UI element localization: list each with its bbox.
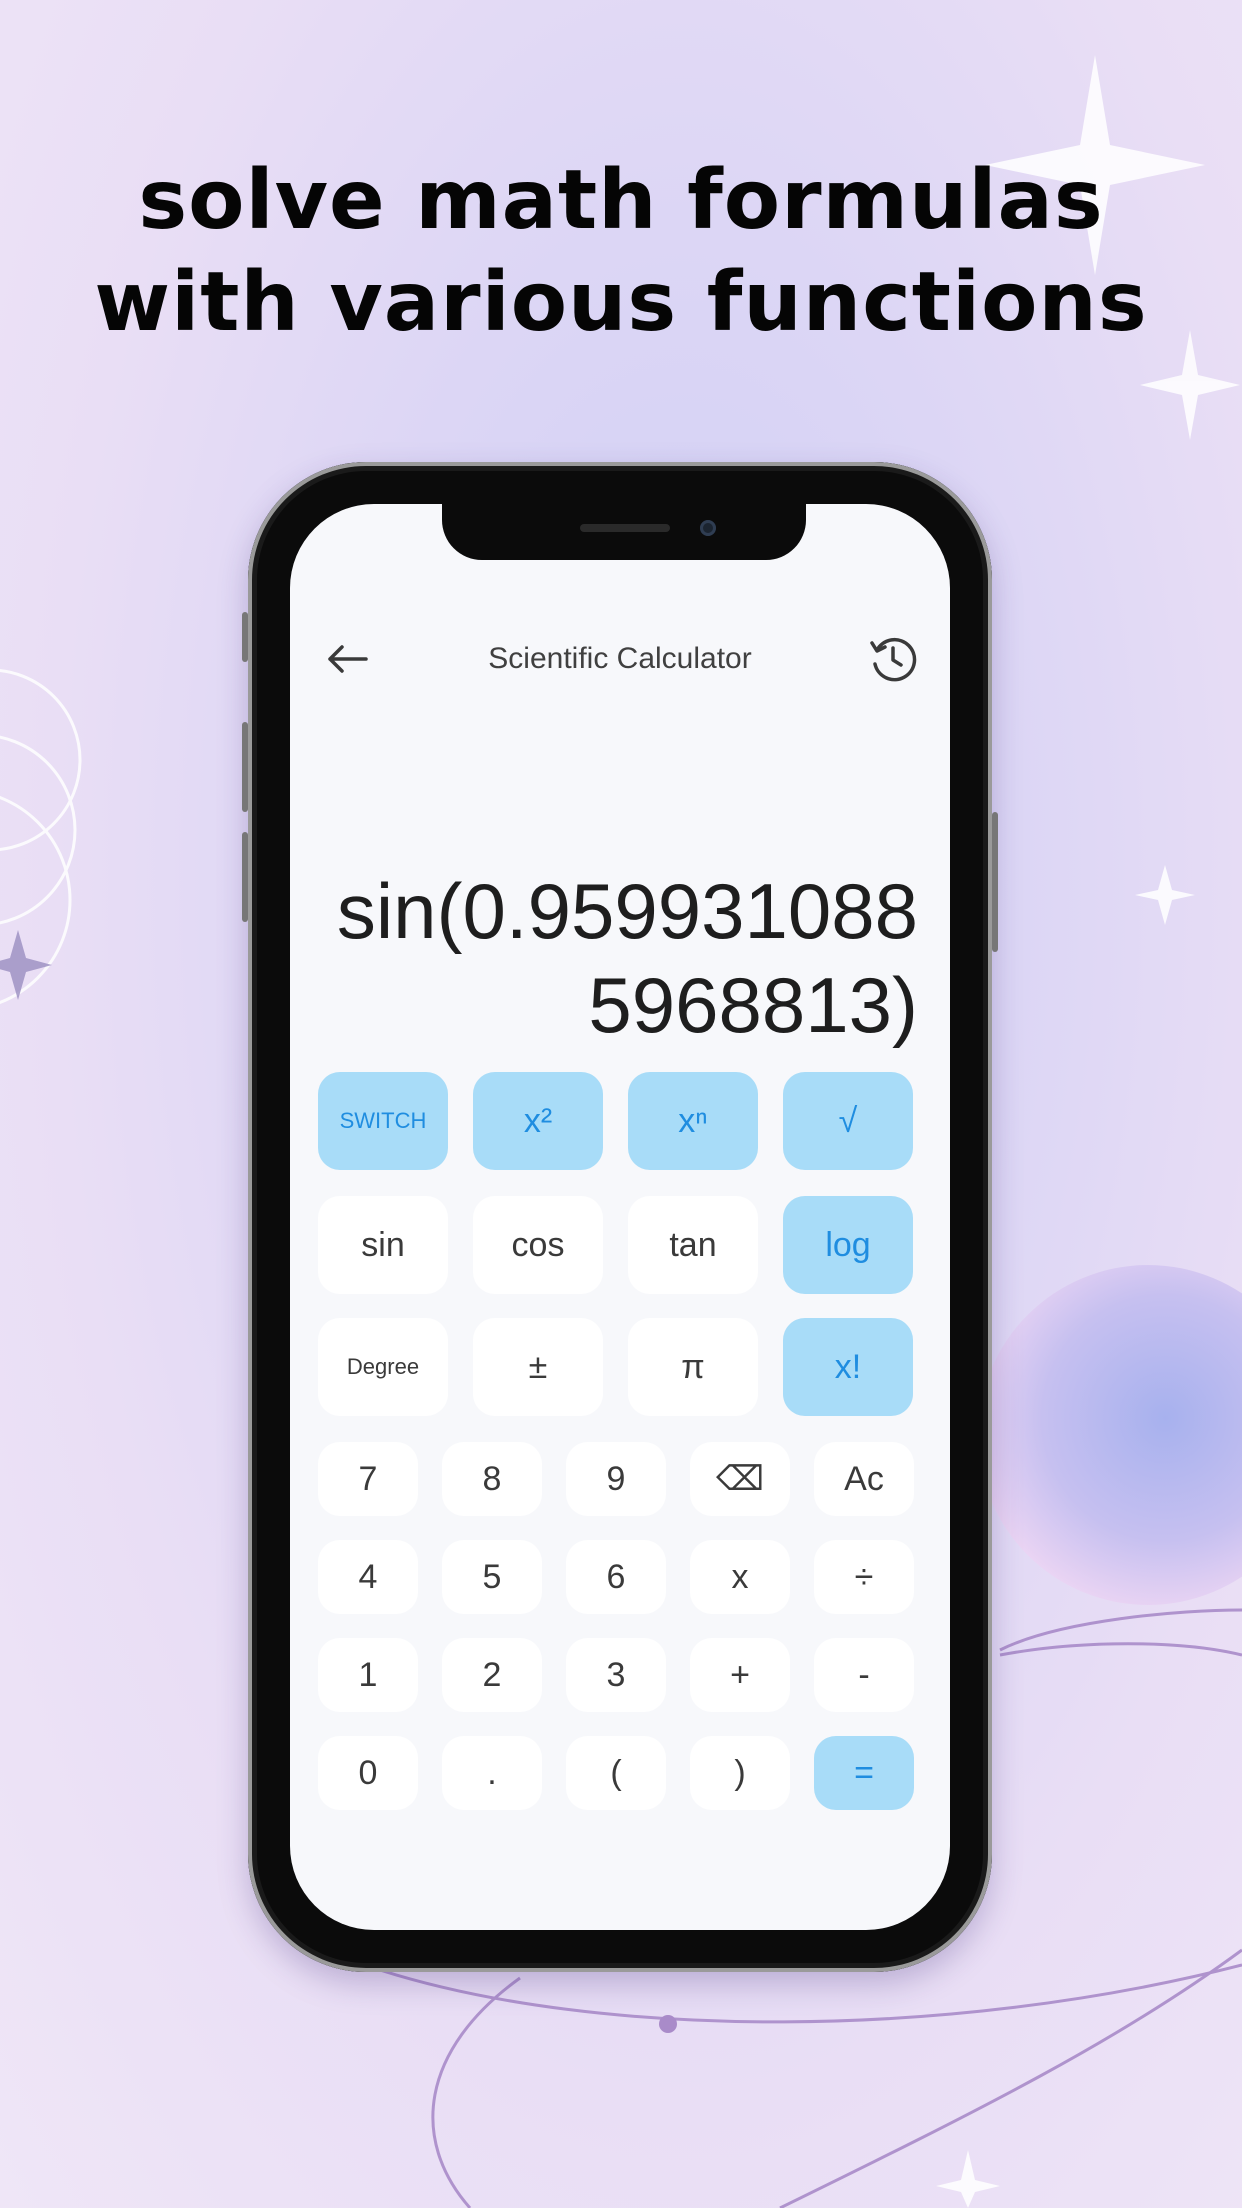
orbit-circles	[0, 669, 82, 1005]
degree-button[interactable]: Degree	[318, 1318, 448, 1416]
key-3[interactable]: 3	[566, 1638, 666, 1712]
app-screen: Scientific Calculator sin(0.959931088596…	[290, 504, 950, 1930]
key-8[interactable]: 8	[442, 1442, 542, 1516]
multiply-button[interactable]: x	[690, 1540, 790, 1614]
power-button[interactable]: xⁿ	[628, 1072, 758, 1170]
close-paren-button[interactable]: )	[690, 1736, 790, 1810]
key-7[interactable]: 7	[318, 1442, 418, 1516]
square-button[interactable]: x²	[473, 1072, 603, 1170]
phone-volume-up	[242, 722, 248, 812]
key-6[interactable]: 6	[566, 1540, 666, 1614]
pi-button[interactable]: π	[628, 1318, 758, 1416]
key-9[interactable]: 9	[566, 1442, 666, 1516]
cos-button[interactable]: cos	[473, 1196, 603, 1294]
plus-minus-button[interactable]: ±	[473, 1318, 603, 1416]
phone-power-button	[992, 812, 998, 952]
headline-line-2: with various functions	[94, 255, 1148, 350]
key-5[interactable]: 5	[442, 1540, 542, 1614]
factorial-button[interactable]: x!	[783, 1318, 913, 1416]
promo-headline: solve math formulas with various functio…	[0, 150, 1242, 354]
log-button[interactable]: log	[783, 1196, 913, 1294]
headline-line-1: solve math formulas	[138, 153, 1104, 248]
keypad: SWITCH x² xⁿ √ sin cos tan log Degree ± …	[290, 504, 950, 1930]
add-button[interactable]: +	[690, 1638, 790, 1712]
open-paren-button[interactable]: (	[566, 1736, 666, 1810]
key-4[interactable]: 4	[318, 1540, 418, 1614]
phone-mockup: Scientific Calculator sin(0.959931088596…	[242, 462, 998, 1972]
subtract-button[interactable]: -	[814, 1638, 914, 1712]
switch-button[interactable]: SWITCH	[318, 1072, 448, 1170]
sin-button[interactable]: sin	[318, 1196, 448, 1294]
all-clear-button[interactable]: Ac	[814, 1442, 914, 1516]
backspace-icon[interactable]: ⌫	[690, 1442, 790, 1516]
star-icon	[0, 930, 52, 1000]
key-2[interactable]: 2	[442, 1638, 542, 1712]
sqrt-button[interactable]: √	[783, 1072, 913, 1170]
phone-volume-down	[242, 832, 248, 922]
equals-button[interactable]: =	[814, 1736, 914, 1810]
phone-side-button	[242, 612, 248, 662]
key-0[interactable]: 0	[318, 1736, 418, 1810]
key-1[interactable]: 1	[318, 1638, 418, 1712]
tan-button[interactable]: tan	[628, 1196, 758, 1294]
divide-button[interactable]: ÷	[814, 1540, 914, 1614]
decimal-button[interactable]: .	[442, 1736, 542, 1810]
gradient-sphere	[978, 1265, 1242, 1605]
